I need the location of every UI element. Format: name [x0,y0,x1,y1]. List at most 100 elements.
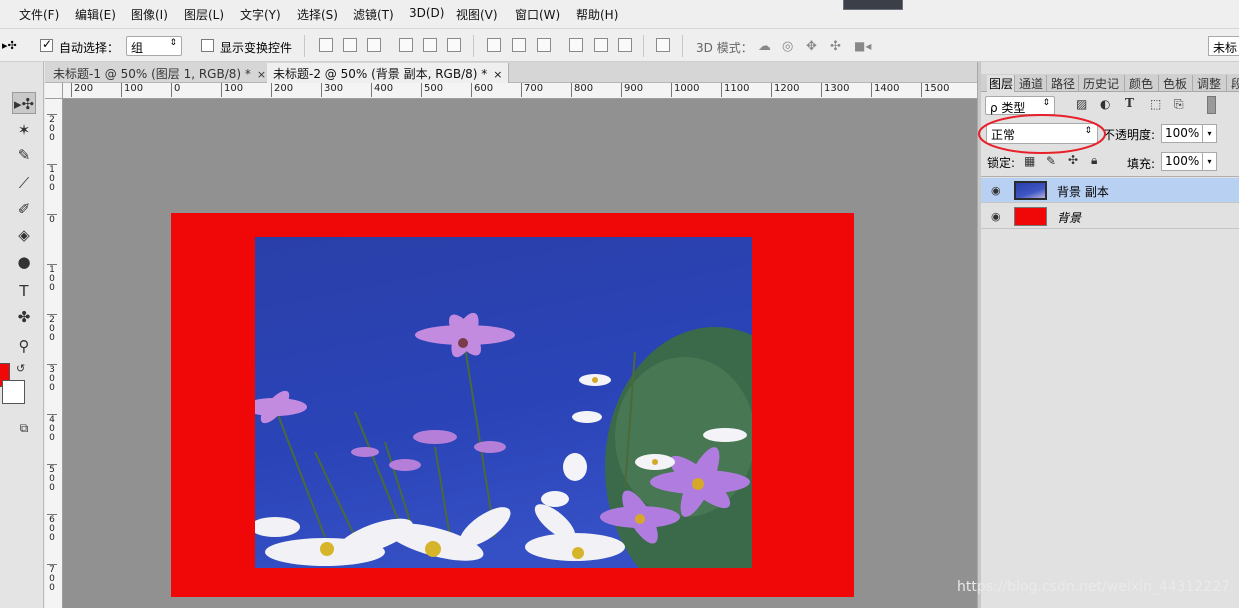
layer-name[interactable]: 背景 副本 [1057,183,1109,200]
tab-paragraph[interactable]: 段 [1229,75,1239,92]
layer-name[interactable]: 背景 [1057,209,1081,226]
move-tool-preset-icon[interactable]: ▸✣ [2,39,17,52]
move-tool-icon[interactable]: ▸✣ [12,92,36,114]
ruler-tick-label: 100 [221,83,243,97]
auto-select-label: 自动选择： [59,41,120,55]
flower-photo-layer[interactable] [255,237,752,568]
tab-color[interactable]: 颜色 [1127,75,1159,92]
3d-slide-icon[interactable]: ✣ [830,39,841,54]
brush-icon[interactable]: ⟋ [12,172,36,194]
magic-wand-icon[interactable]: ✶ [12,119,36,141]
ruler-tick-label: 400 [371,83,393,97]
tab-history[interactable]: 历史记 [1081,75,1125,92]
custom-shape-icon[interactable]: ✤ [12,306,36,328]
swap-colors-icon[interactable]: ↺ [16,362,25,375]
distribute-hcenter-icon[interactable] [594,38,608,52]
visibility-eye-icon[interactable]: ◉ [991,210,1001,223]
menu-select[interactable]: 选择(S) [297,6,338,23]
3d-pan-icon[interactable]: ✥ [806,39,817,54]
ruler-tick-label: 1 0 0 [47,164,57,193]
close-icon[interactable]: × [257,68,266,81]
tab-paths[interactable]: 路径 [1049,75,1079,92]
tab-layers[interactable]: 图层 [987,75,1015,92]
lock-all-icon[interactable]: 🔒︎ [1091,153,1097,168]
lock-transparent-icon[interactable]: ▦ [1024,154,1035,168]
ruler-tick-label: 4 0 0 [47,414,57,443]
tab-channels[interactable]: 通道 [1017,75,1047,92]
type-tool-icon[interactable]: T [12,280,36,302]
annotation-circle [978,114,1106,154]
horizontal-ruler[interactable]: 200 100 0 100 200 300 400 500 600 700 80… [63,83,977,99]
menu-filter[interactable]: 滤镜(T) [353,6,394,23]
3d-rotate-icon[interactable]: ☁ [758,39,771,54]
auto-align-icon[interactable] [656,38,670,52]
auto-select-checkbox[interactable]: ✓ [40,37,53,52]
layer-row-background[interactable]: ◉ 背景 [981,204,1239,229]
divider [682,35,683,57]
flower-photo [255,237,752,568]
ruler-tick-label: 2 0 0 [47,314,57,343]
eyedropper-icon[interactable]: ✎ [12,144,36,166]
filter-pixel-icon[interactable]: ▨ [1076,97,1087,111]
background-color-swatch[interactable] [2,380,25,404]
ruler-corner[interactable] [45,83,63,99]
ruler-tick-label: 500 [421,83,443,97]
menu-file[interactable]: 文件(F) [19,6,59,23]
divider [643,35,644,57]
align-vcenter-icon[interactable] [343,38,357,52]
ruler-tick-label: 0 [171,83,180,97]
distribute-vcenter-icon[interactable] [512,38,526,52]
tab-document-2[interactable]: 未标题-2 @ 50% (背景 副本, RGB/8) * × [267,63,510,83]
ruler-tick-label: 900 [621,83,643,97]
distribute-top-icon[interactable] [487,38,501,52]
paint-bucket-icon[interactable]: ◈ [12,224,36,246]
zoom-icon[interactable]: ⚲ [12,335,36,357]
align-top-icon[interactable] [319,38,333,52]
filter-smart-object-icon[interactable]: ⎘ [1174,97,1184,112]
3d-roll-icon[interactable]: ◎ [782,39,793,54]
menu-edit[interactable]: 编辑(E) [75,6,116,23]
opacity-value: 100% [1165,126,1200,140]
align-right-icon[interactable] [447,38,461,52]
fill-field[interactable]: 100% ▾ [1161,152,1217,171]
menu-window[interactable]: 窗口(W) [515,6,560,23]
menu-help[interactable]: 帮助(H) [576,6,618,23]
distribute-bottom-icon[interactable] [537,38,551,52]
tab-label: 未标题-1 @ 50% (图层 1, RGB/8) * [53,67,251,81]
tab-swatches[interactable]: 色板 [1161,75,1193,92]
tools-panel: ▸✣ ✶ ✎ ⟋ ✐ ◈ ● T ✤ ⚲ ↺ ⧉ [0,62,44,608]
tab-adjustments[interactable]: 调整 [1195,75,1227,92]
screen-mode-icon[interactable]: ⧉ [12,417,36,439]
filter-shape-icon[interactable]: ⬚ [1150,97,1161,111]
canvas-workspace[interactable] [63,99,977,608]
filter-toggle[interactable] [1207,96,1216,114]
visibility-eye-icon[interactable]: ◉ [991,184,1001,197]
filter-adjustment-icon[interactable]: ◐ [1100,97,1110,111]
align-hcenter-icon[interactable] [423,38,437,52]
layer-row-background-copy[interactable]: ◉ 背景 副本 [981,178,1239,203]
menu-view[interactable]: 视图(V) [456,6,498,23]
menu-layer[interactable]: 图层(L) [184,6,224,23]
menu-image[interactable]: 图像(I) [131,6,168,23]
distribute-right-icon[interactable] [618,38,632,52]
history-brush-icon[interactable]: ✐ [12,198,36,220]
align-left-icon[interactable] [399,38,413,52]
show-transform-checkbox[interactable] [201,39,214,52]
align-bottom-icon[interactable] [367,38,381,52]
layer-thumbnail [1014,181,1047,200]
close-icon[interactable]: × [493,68,502,81]
lock-position-icon[interactable]: ✣ [1068,153,1078,167]
menu-type[interactable]: 文字(Y) [240,6,281,23]
auto-select-dropdown[interactable]: 组 ⇕ [126,36,182,56]
lock-image-icon[interactable]: ✎ [1046,154,1056,168]
dodge-icon[interactable]: ● [12,251,36,273]
menu-3d[interactable]: 3D(D) [409,6,444,20]
workspace-field[interactable]: 未标 [1208,36,1239,56]
tab-document-1[interactable]: 未标题-1 @ 50% (图层 1, RGB/8) * × [47,63,274,83]
distribute-left-icon[interactable] [569,38,583,52]
filter-type-icon[interactable]: T [1125,96,1134,110]
3d-scale-icon[interactable]: ■◂ [854,39,871,53]
vertical-ruler[interactable]: 2 0 0 1 0 0 0 1 0 0 2 0 0 3 0 0 4 0 0 5 … [45,99,63,608]
opacity-field[interactable]: 100% ▾ [1161,124,1217,143]
ruler-tick-label: 1500 [921,83,949,97]
